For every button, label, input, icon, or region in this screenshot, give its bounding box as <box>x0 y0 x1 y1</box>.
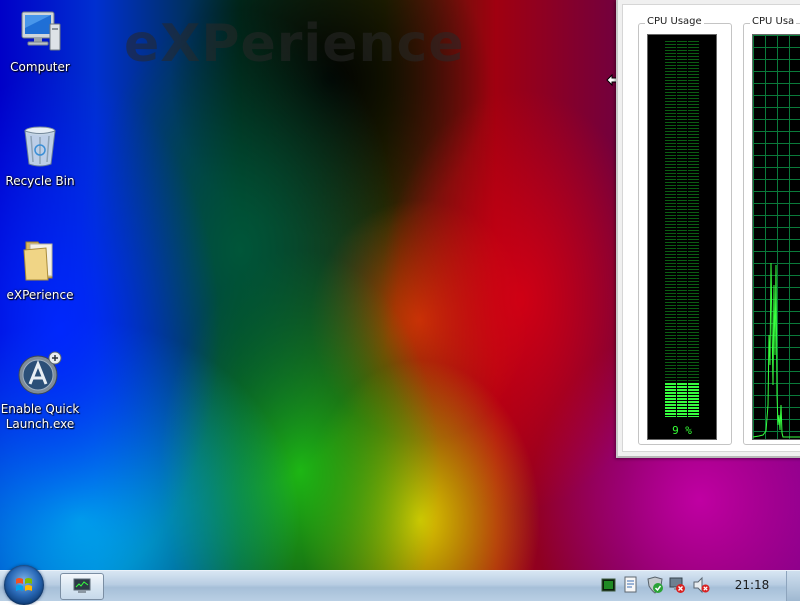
cpu-usage-group: CPU Usage 9 % <box>638 16 732 445</box>
cpu-usage-value: 9 % <box>672 424 692 437</box>
desktop-icon-label: Computer <box>10 60 70 74</box>
cpu-usage-meter-fill <box>665 383 699 417</box>
recycle-bin-icon <box>24 126 56 167</box>
cpu-usage-history-title: CPU Usa <box>750 16 797 27</box>
desktop-icon-label: eXPerience <box>6 288 74 302</box>
cpu-history-line <box>753 262 800 438</box>
show-desktop-button[interactable] <box>786 571 800 601</box>
desktop-icon-recycle-bin[interactable]: Recycle Bin <box>0 122 80 189</box>
desktop[interactable]: eXPerience Computer Recycle Bin eXPerien… <box>0 0 800 570</box>
taskbar-item-task-manager[interactable] <box>60 573 104 600</box>
app-launcher-icon <box>18 351 62 395</box>
cpu-usage-title: CPU Usage <box>645 16 704 27</box>
cpu-usage-meter-track <box>665 41 699 417</box>
cpu-usage-history-graph <box>752 34 800 440</box>
task-manager-tray-icon[interactable] <box>600 576 618 594</box>
taskbar-clock[interactable]: 21:18 <box>728 578 776 592</box>
cpu-usage-meter: 9 % <box>647 34 717 440</box>
start-button[interactable] <box>4 565 44 605</box>
computer-icon <box>21 11 61 51</box>
desktop-icon-label: Recycle Bin <box>5 174 75 188</box>
security-check-tray-icon[interactable] <box>646 576 664 594</box>
cpu-monitor-window[interactable]: CPU Usage 9 % CPU Usa <box>616 0 800 458</box>
desktop-icon-computer[interactable]: Computer <box>0 8 80 75</box>
windows-logo-icon <box>16 578 32 591</box>
wallpaper-brand-text: eXPerience <box>124 14 465 74</box>
folder-icon <box>23 241 53 281</box>
cpu-monitor-panel: CPU Usage 9 % CPU Usa <box>622 4 800 452</box>
desktop-icon-label: Enable Quick Launch.exe <box>0 402 80 431</box>
desktop-icon-experience-folder[interactable]: eXPerience <box>0 236 80 303</box>
volume-muted-tray-icon[interactable] <box>692 576 710 594</box>
desktop-icon-enable-quick-launch[interactable]: Enable Quick Launch.exe <box>0 350 80 432</box>
cpu-usage-history-group: CPU Usa <box>743 16 800 445</box>
taskbar: 21:18 <box>0 565 800 605</box>
document-tray-icon[interactable] <box>622 576 640 594</box>
network-error-tray-icon[interactable] <box>668 576 686 594</box>
task-manager-icon <box>73 578 91 593</box>
